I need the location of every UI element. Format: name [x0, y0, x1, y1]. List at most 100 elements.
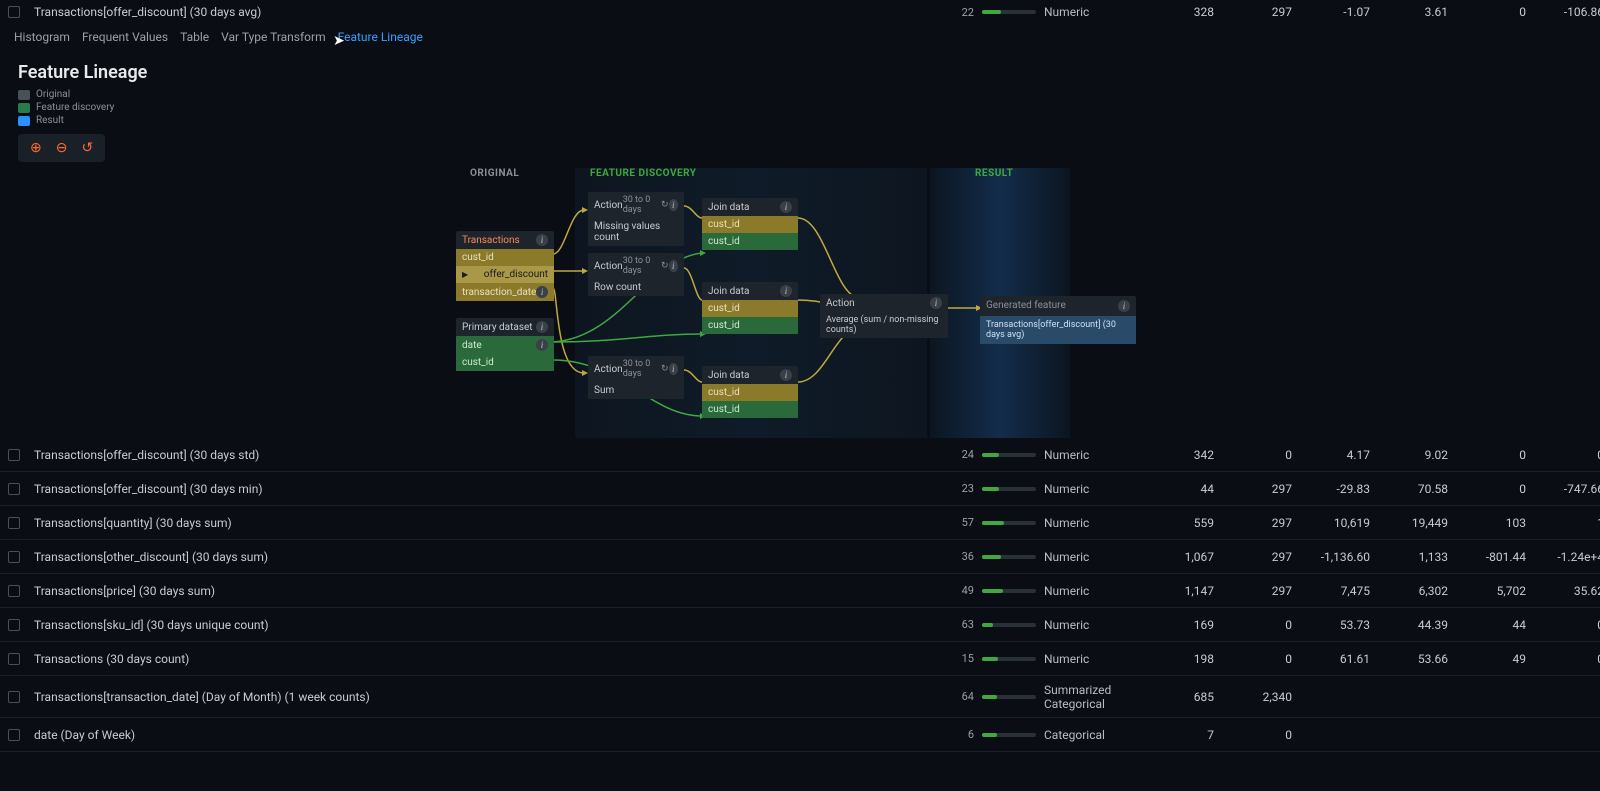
lineage-graph[interactable]: ORIGINAL FEATURE DISCOVERY RESULT	[0, 168, 1600, 428]
importance-bar	[974, 657, 1044, 661]
feature-row[interactable]: Transactions[offer_discount] (30 days mi…	[0, 472, 1600, 506]
info-icon[interactable]: i	[1118, 300, 1130, 312]
row-checkbox[interactable]	[8, 729, 20, 741]
row-checkbox[interactable]	[8, 619, 20, 631]
col-c3: -1,136.60	[1300, 550, 1378, 564]
feature-row[interactable]: Transactions (30 days count)15Numeric198…	[0, 642, 1600, 676]
node-join-3[interactable]: Join datai cust_id cust_id	[702, 366, 798, 418]
feature-name: date (Day of Week)	[34, 728, 934, 742]
col-c2: 297	[1222, 5, 1300, 19]
col-type: Numeric	[1044, 652, 1144, 666]
col-c1: 685	[1144, 690, 1222, 704]
tab-table[interactable]: Table	[180, 30, 209, 44]
importance-bar	[974, 10, 1044, 14]
info-icon[interactable]: i	[669, 199, 678, 211]
field-cust-id: cust_id	[702, 401, 798, 418]
col-index: 15	[934, 652, 974, 665]
node-join-1[interactable]: Join datai cust_id cust_id	[702, 198, 798, 250]
feature-row[interactable]: Transactions[quantity] (30 days sum)57Nu…	[0, 506, 1600, 540]
row-checkbox[interactable]	[8, 517, 20, 529]
info-icon[interactable]: i	[536, 286, 548, 298]
col-index: 6	[934, 728, 974, 741]
col-index: 23	[934, 482, 974, 495]
row-checkbox[interactable]	[8, 449, 20, 461]
feature-name: Transactions (30 days count)	[34, 652, 934, 666]
info-icon[interactable]: i	[780, 201, 792, 213]
col-c5: 0	[1456, 5, 1534, 19]
col-type: Numeric	[1044, 618, 1144, 632]
lineage-legend: Original Feature discovery Result	[0, 89, 1600, 126]
info-icon[interactable]: i	[930, 297, 942, 309]
node-join-2[interactable]: Join datai cust_id cust_id	[702, 282, 798, 334]
feature-name: Transactions[offer_discount] (30 days av…	[34, 5, 934, 19]
field-cust-id: cust_id	[702, 384, 798, 401]
col-c1: 44	[1144, 482, 1222, 496]
field-date: datei	[456, 336, 554, 354]
generated-feature-name: Transactions[offer_discount] (30 days av…	[980, 316, 1136, 344]
col-type: Summarized Categorical	[1044, 683, 1144, 711]
col-c2: 0	[1222, 728, 1300, 742]
tab-frequent-values[interactable]: Frequent Values	[82, 30, 168, 44]
col-c4: 9.02	[1378, 448, 1456, 462]
feature-row[interactable]: Transactions[price] (30 days sum)49Numer…	[0, 574, 1600, 608]
col-c5: 103	[1456, 516, 1534, 530]
info-icon[interactable]: i	[780, 285, 792, 297]
info-icon[interactable]: i	[536, 321, 548, 333]
info-icon[interactable]: i	[780, 369, 792, 381]
feature-row[interactable]: Transactions[offer_discount] (30 days st…	[0, 438, 1600, 472]
feature-row[interactable]: Transactions[sku_id] (30 days unique cou…	[0, 608, 1600, 642]
col-c5: 0	[1456, 448, 1534, 462]
importance-bar	[974, 453, 1044, 457]
col-type: Numeric	[1044, 516, 1144, 530]
feature-row[interactable]: Transactions[other_discount] (30 days su…	[0, 540, 1600, 574]
field-cust-id: cust_id	[702, 216, 798, 233]
history-icon: ↻	[661, 261, 669, 271]
row-checkbox[interactable]	[8, 585, 20, 597]
node-action-row-count[interactable]: Action30 to 0 days↻i Row count	[588, 253, 684, 296]
zoom-in-icon[interactable]: ⊕	[30, 140, 42, 156]
row-checkbox[interactable]	[8, 6, 20, 18]
col-c1: 342	[1144, 448, 1222, 462]
row-checkbox[interactable]	[8, 691, 20, 703]
col-type: Numeric	[1044, 448, 1144, 462]
col-c2: 0	[1222, 652, 1300, 666]
feature-row[interactable]: Transactions[transaction_date] (Day of M…	[0, 676, 1600, 718]
row-checkbox[interactable]	[8, 483, 20, 495]
row-checkbox[interactable]	[8, 551, 20, 563]
col-index: 63	[934, 618, 974, 631]
node-action-sum[interactable]: Action30 to 0 days↻i Sum	[588, 356, 684, 399]
row-checkbox[interactable]	[8, 653, 20, 665]
col-c6: -1.24e+4	[1534, 550, 1600, 564]
node-primary-dataset[interactable]: Primary dataseti datei cust_id	[456, 318, 554, 371]
tab-histogram[interactable]: Histogram	[14, 30, 70, 44]
info-icon[interactable]: i	[536, 234, 548, 246]
zoom-out-icon[interactable]: ⊖	[56, 140, 68, 156]
feature-lineage-panel: Feature Lineage Original Feature discove…	[0, 50, 1600, 438]
importance-bar	[974, 695, 1044, 699]
info-icon[interactable]: i	[669, 363, 678, 375]
action-desc: Average (sum / non-missing counts)	[820, 312, 948, 338]
info-icon[interactable]: i	[536, 339, 548, 351]
tab-feature-lineage[interactable]: Feature Lineage	[338, 30, 423, 44]
node-action-average[interactable]: Actioni Average (sum / non-missing count…	[820, 294, 948, 338]
col-c3: -29.83	[1300, 482, 1378, 496]
col-c1: 1,147	[1144, 584, 1222, 598]
col-c2: 297	[1222, 584, 1300, 598]
col-c4: 3.61	[1378, 5, 1456, 19]
info-icon[interactable]: i	[669, 260, 678, 272]
panel-title: Feature Lineage	[0, 50, 1600, 89]
node-action-missing-values[interactable]: Action30 to 0 days↻i Missing values coun…	[588, 192, 684, 246]
col-type: Numeric	[1044, 482, 1144, 496]
lineage-toolbar: ⊕ ⊖ ↺	[18, 134, 105, 162]
col-c3: 10,619	[1300, 516, 1378, 530]
reset-zoom-icon[interactable]: ↺	[81, 140, 93, 156]
col-type: Categorical	[1044, 728, 1144, 742]
node-transactions[interactable]: Transactionsi cust_id ▶offer_discount tr…	[456, 231, 554, 301]
feature-row-selected[interactable]: Transactions[offer_discount] (30 days av…	[0, 0, 1600, 24]
node-generated-feature[interactable]: Generated featurei Transactions[offer_di…	[980, 296, 1136, 344]
col-c3: 4.17	[1300, 448, 1378, 462]
col-c2: 297	[1222, 550, 1300, 564]
tab-var-type-transform[interactable]: Var Type Transform	[221, 30, 325, 44]
feature-row[interactable]: date (Day of Week)6Categorical70	[0, 718, 1600, 752]
col-c6: 0	[1534, 652, 1600, 666]
